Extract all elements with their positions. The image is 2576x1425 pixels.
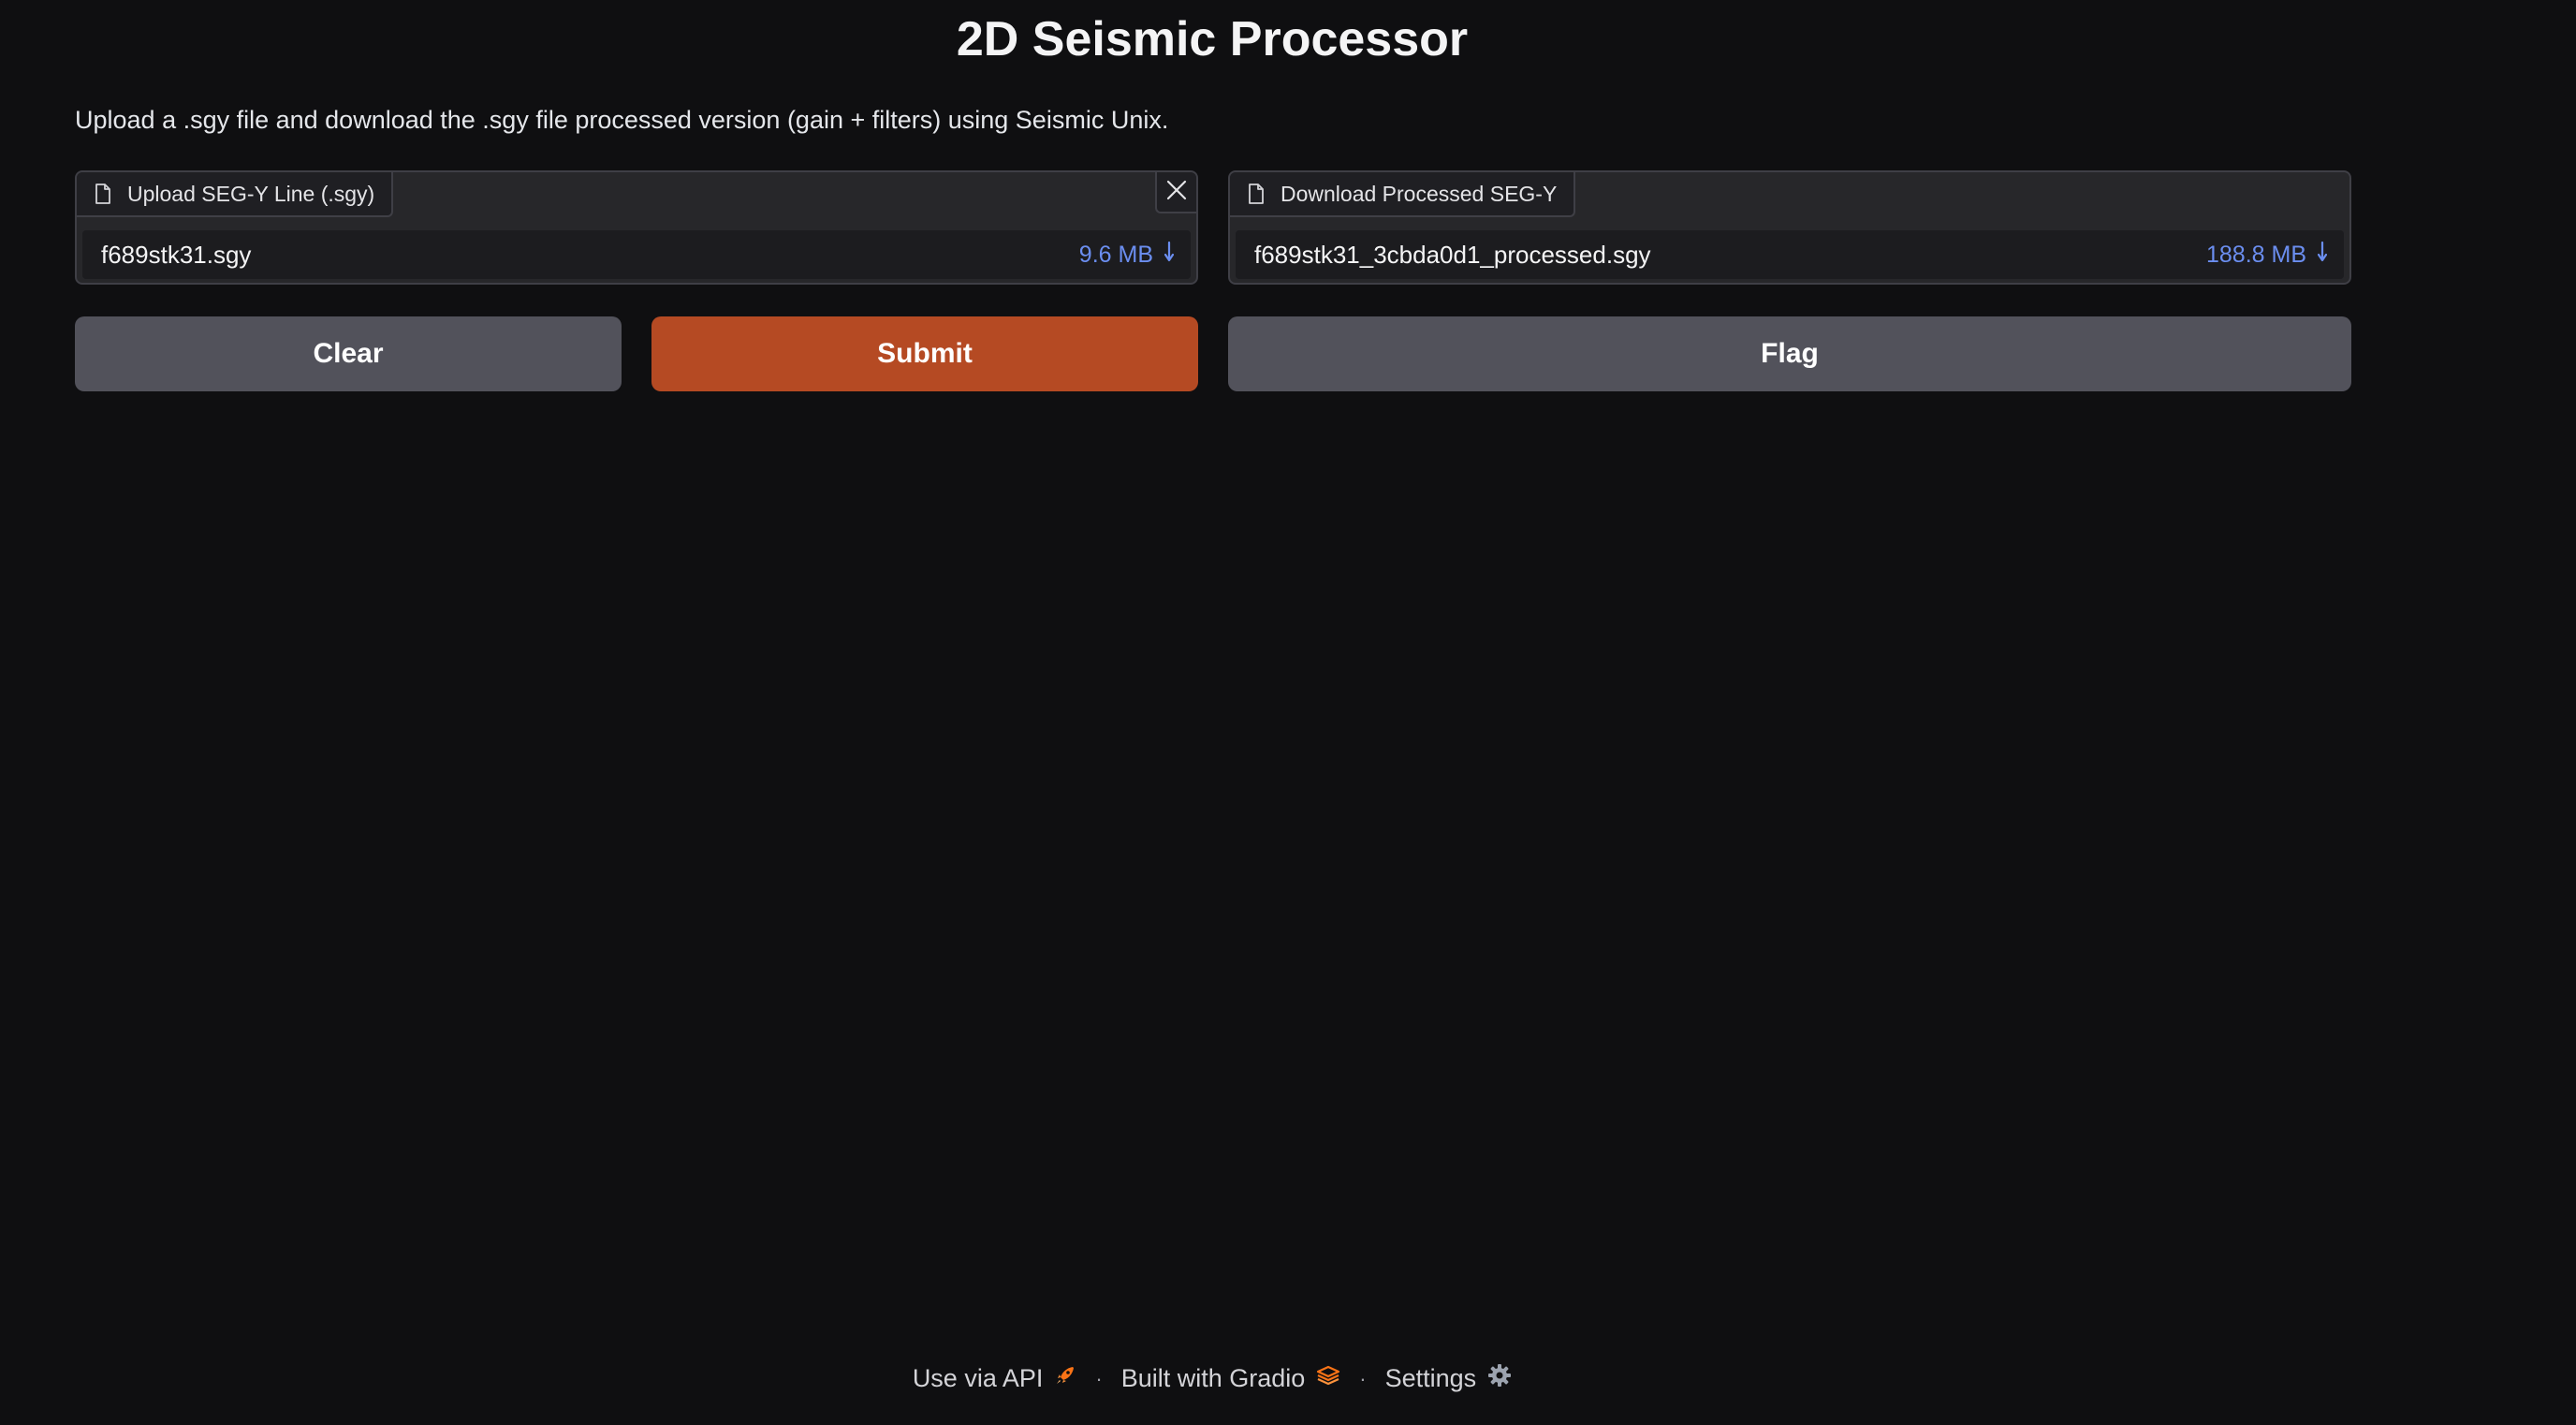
download-file-row: f689stk31_3cbda0d1_processed.sgy 188.8 M… — [1236, 230, 2344, 279]
use-via-api-link[interactable]: Use via API — [913, 1364, 1077, 1393]
settings-text: Settings — [1384, 1364, 1477, 1392]
footer-separator: · — [1095, 1366, 1103, 1390]
upload-file-size: 9.6 MB — [1078, 241, 1153, 268]
download-file-size-link[interactable]: 188.8 MB — [2205, 241, 2328, 270]
file-icon — [1247, 184, 1266, 204]
download-label-text: Download Processed SEG-Y — [1281, 181, 1558, 206]
built-with-gradio-text: Built with Gradio — [1120, 1364, 1306, 1392]
download-file-panel: Download Processed SEG-Y f689stk31_3cbda… — [1228, 170, 2351, 285]
settings-link[interactable]: Settings — [1385, 1363, 1513, 1394]
download-file-name: f689stk31_3cbda0d1_processed.sgy — [1254, 240, 1651, 269]
download-panel-label: Download Processed SEG-Y — [1230, 172, 1576, 217]
submit-button[interactable]: Submit — [651, 316, 1198, 391]
upload-file-row: f689stk31.sgy 9.6 MB — [82, 230, 1191, 279]
download-file-size: 188.8 MB — [2205, 241, 2306, 268]
close-icon — [1165, 179, 1188, 206]
use-via-api-text: Use via API — [912, 1364, 1044, 1392]
gradio-logo-icon — [1316, 1364, 1340, 1393]
file-icon — [94, 184, 112, 204]
flag-button[interactable]: Flag — [1228, 316, 2351, 391]
upload-file-size-link[interactable]: 9.6 MB — [1078, 241, 1175, 270]
gear-icon — [1487, 1363, 1512, 1394]
upload-file-name: f689stk31.sgy — [101, 240, 252, 269]
app-page: 2D Seismic Processor Upload a .sgy file … — [0, 0, 2576, 1425]
built-with-gradio-link[interactable]: Built with Gradio — [1121, 1364, 1341, 1393]
footer-separator: · — [1359, 1366, 1367, 1390]
download-icon — [1164, 241, 1175, 270]
download-icon — [2317, 241, 2328, 270]
footer: Use via API · Built with Gradio · Settin… — [0, 1363, 2424, 1394]
clear-button[interactable]: Clear — [75, 316, 622, 391]
rocket-icon — [1054, 1364, 1076, 1393]
upload-panel-label: Upload SEG-Y Line (.sgy) — [77, 172, 394, 217]
clear-upload-button[interactable] — [1155, 172, 1196, 213]
upload-file-panel[interactable]: Upload SEG-Y Line (.sgy) f689stk31.sgy 9… — [75, 170, 1198, 285]
page-title: 2D Seismic Processor — [956, 12, 1469, 66]
upload-label-text: Upload SEG-Y Line (.sgy) — [127, 181, 375, 206]
page-description: Upload a .sgy file and download the .sgy… — [75, 106, 1169, 134]
